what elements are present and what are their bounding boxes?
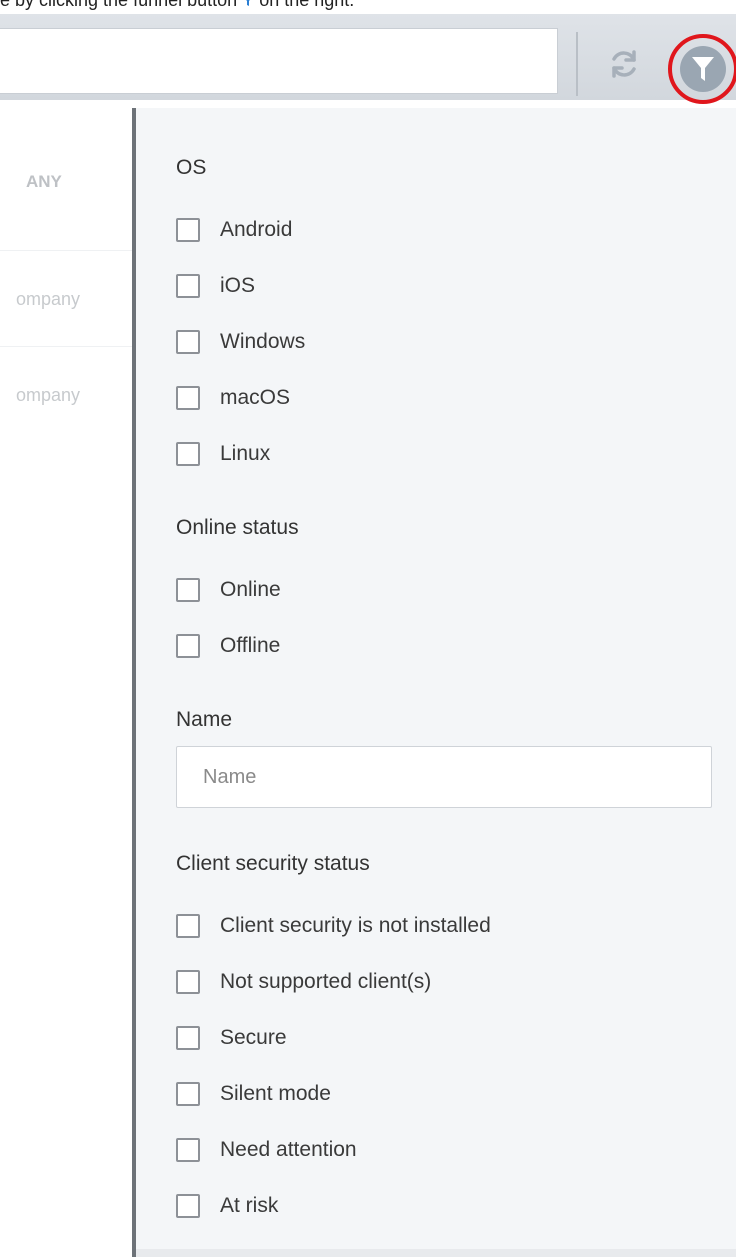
caption-text-before: e by clicking the funnel button bbox=[0, 0, 238, 10]
checkbox-label: Android bbox=[220, 218, 293, 241]
table-row: ompany bbox=[0, 346, 140, 442]
checkbox-online[interactable]: Online bbox=[176, 576, 281, 604]
name-section-title: Name bbox=[176, 708, 233, 731]
checkbox-box[interactable] bbox=[176, 386, 200, 410]
checkbox-label: Windows bbox=[220, 330, 306, 353]
checkbox-silent-mode[interactable]: Silent mode bbox=[176, 1080, 331, 1108]
checkbox-box[interactable] bbox=[176, 442, 200, 466]
checkbox-box[interactable] bbox=[176, 1138, 200, 1162]
checkbox-label: macOS bbox=[220, 386, 291, 409]
checkbox-not-installed[interactable]: Client security is not installed bbox=[176, 912, 491, 940]
checkbox-at-risk[interactable]: At risk bbox=[176, 1192, 278, 1220]
panel-bottom-edge bbox=[136, 1249, 736, 1257]
checkbox-box[interactable] bbox=[176, 914, 200, 938]
toolbar bbox=[0, 14, 736, 104]
online-status-section-title: Online status bbox=[176, 516, 299, 539]
filter-panel: OS Android iOS Windows macOS Linux Onlin… bbox=[136, 108, 736, 1249]
checkbox-label: Client security is not installed bbox=[220, 914, 491, 937]
checkbox-box[interactable] bbox=[176, 970, 200, 994]
checkbox-label: Linux bbox=[220, 442, 271, 465]
funnel-icon bbox=[246, 0, 251, 7]
checkbox-label: Silent mode bbox=[220, 1082, 331, 1105]
refresh-icon bbox=[612, 50, 636, 78]
checkbox-label: At risk bbox=[220, 1194, 279, 1217]
caption-text-after: on the right. bbox=[259, 0, 355, 10]
name-filter-input[interactable] bbox=[176, 746, 712, 808]
search-input[interactable] bbox=[0, 28, 558, 94]
checkbox-box[interactable] bbox=[176, 1026, 200, 1050]
checkbox-box[interactable] bbox=[176, 578, 200, 602]
checkbox-need-attention[interactable]: Need attention bbox=[176, 1136, 357, 1164]
instruction-caption: e by clicking the funnel button on the r… bbox=[0, 0, 736, 14]
checkbox-label: Offline bbox=[220, 634, 281, 657]
refresh-button[interactable] bbox=[604, 44, 644, 84]
os-section-title: OS bbox=[176, 156, 207, 179]
checkbox-ios[interactable]: iOS bbox=[176, 272, 255, 300]
filter-button-bg bbox=[680, 46, 726, 92]
checkbox-label: Secure bbox=[220, 1026, 287, 1049]
checkbox-android[interactable]: Android bbox=[176, 216, 292, 244]
toolbar-divider bbox=[576, 32, 578, 96]
filter-button[interactable] bbox=[668, 34, 736, 104]
checkbox-box[interactable] bbox=[176, 1082, 200, 1106]
checkbox-box[interactable] bbox=[176, 634, 200, 658]
checkbox-label: iOS bbox=[220, 274, 256, 297]
checkbox-windows[interactable]: Windows bbox=[176, 328, 305, 356]
checkbox-offline[interactable]: Offline bbox=[176, 632, 280, 660]
checkbox-not-supported[interactable]: Not supported client(s) bbox=[176, 968, 431, 996]
funnel-icon bbox=[692, 57, 714, 81]
device-table-background: ANY ompany ompany bbox=[0, 100, 140, 420]
table-row: ompany bbox=[0, 250, 140, 346]
checkbox-label: Not supported client(s) bbox=[220, 970, 432, 993]
checkbox-linux[interactable]: Linux bbox=[176, 440, 270, 468]
checkbox-box[interactable] bbox=[176, 1194, 200, 1218]
checkbox-label: Online bbox=[220, 578, 281, 601]
client-security-section-title: Client security status bbox=[176, 852, 370, 875]
checkbox-label: Need attention bbox=[220, 1138, 357, 1161]
checkbox-secure[interactable]: Secure bbox=[176, 1024, 287, 1052]
company-column-header: ANY bbox=[26, 172, 62, 191]
checkbox-box[interactable] bbox=[176, 330, 200, 354]
checkbox-box[interactable] bbox=[176, 218, 200, 242]
checkbox-macos[interactable]: macOS bbox=[176, 384, 290, 412]
checkbox-box[interactable] bbox=[176, 274, 200, 298]
